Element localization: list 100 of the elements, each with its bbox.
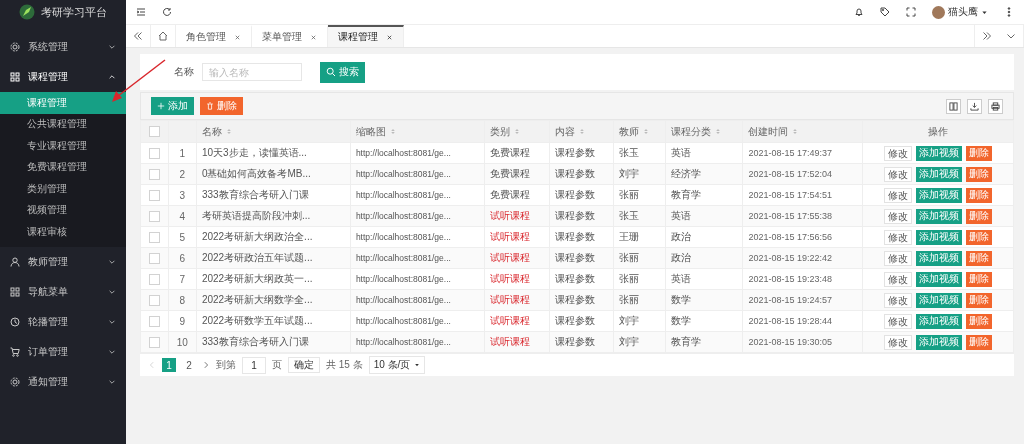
print-button[interactable] — [988, 98, 1003, 114]
columns-toggle-button[interactable] — [946, 98, 961, 114]
row-checkbox[interactable] — [148, 252, 160, 264]
user-name[interactable]: 猫头鹰 — [948, 5, 978, 19]
action-button[interactable]: 删除 — [966, 250, 993, 266]
sidebar-item[interactable]: 轮播管理 — [0, 306, 126, 337]
delete-button[interactable]: 删除 — [200, 97, 243, 115]
action-button[interactable]: 修改 — [884, 292, 913, 308]
row-checkbox[interactable] — [148, 168, 160, 180]
sidebar-subitem[interactable]: 免费课程管理 — [0, 156, 126, 178]
sort-icon[interactable] — [715, 128, 722, 135]
action-button[interactable]: 删除 — [966, 229, 993, 245]
row-checkbox[interactable] — [148, 231, 160, 243]
column-header[interactable]: 名称 — [201, 124, 232, 139]
action-button[interactable]: 修改 — [884, 229, 913, 245]
sidebar-subitem[interactable]: 课程审核 — [0, 221, 126, 243]
close-icon — [234, 33, 241, 41]
action-button[interactable]: 修改 — [884, 166, 913, 182]
action-button[interactable]: 删除 — [966, 292, 993, 308]
name-search-field[interactable]: 输入名称 — [202, 63, 302, 81]
row-checkbox[interactable] — [148, 273, 160, 285]
action-button[interactable]: 修改 — [884, 250, 913, 266]
search-button[interactable]: 搜索 — [320, 61, 365, 83]
action-button[interactable]: 添加视频 — [916, 250, 963, 266]
table-cell: 经济学 — [671, 168, 702, 179]
columns-icon — [949, 101, 958, 111]
action-button[interactable]: 删除 — [966, 187, 993, 203]
sort-icon[interactable] — [792, 128, 799, 135]
action-button[interactable]: 删除 — [966, 313, 993, 329]
sort-icon[interactable] — [225, 128, 232, 135]
double-chevron-right-icon — [982, 31, 992, 41]
action-button[interactable]: 删除 — [966, 271, 993, 287]
action-button[interactable]: 修改 — [884, 187, 913, 203]
table-cell: 课程参数 — [554, 168, 595, 179]
fullscreen-icon — [906, 7, 916, 17]
action-button[interactable]: 删除 — [966, 166, 993, 182]
export-button[interactable] — [967, 98, 982, 114]
table-cell: 英语 — [671, 147, 692, 158]
sidebar-item[interactable]: 导航菜单 — [0, 276, 126, 307]
action-button[interactable]: 修改 — [884, 334, 913, 350]
sort-icon[interactable] — [389, 128, 396, 135]
page-button[interactable]: 1 — [162, 358, 176, 372]
page-button[interactable]: 2 — [182, 358, 196, 372]
action-button[interactable]: 添加视频 — [916, 271, 963, 287]
action-button[interactable]: 添加视频 — [916, 292, 963, 308]
row-checkbox[interactable] — [148, 294, 160, 306]
sidebar-subitem[interactable]: 课程管理 — [0, 92, 126, 114]
table-cell: 张丽 — [619, 189, 640, 200]
row-checkbox[interactable] — [148, 189, 160, 201]
sidebar-item[interactable]: 课程管理 — [0, 62, 126, 92]
sidebar-item[interactable]: 通知管理 — [0, 366, 126, 397]
gear-icon — [10, 42, 20, 52]
row-checkbox[interactable] — [148, 315, 160, 327]
tab[interactable]: 课程管理 — [328, 25, 404, 47]
table-cell: http://localhost:8081/ge... — [355, 316, 451, 326]
row-checkbox[interactable] — [148, 210, 160, 222]
select-all-checkbox[interactable] — [148, 126, 160, 137]
action-button[interactable]: 删除 — [966, 334, 993, 350]
sort-icon[interactable] — [578, 128, 585, 135]
action-button[interactable]: 添加视频 — [916, 187, 963, 203]
table-cell: 张玉 — [619, 210, 640, 221]
row-number: 5 — [179, 231, 186, 243]
table-cell: 0基础如何高效备考MB... — [201, 168, 311, 179]
action-button[interactable]: 修改 — [884, 208, 913, 224]
sort-icon[interactable] — [643, 128, 650, 135]
table-cell: 2021-08-15 17:54:51 — [748, 190, 832, 200]
action-button[interactable]: 添加视频 — [916, 166, 963, 182]
column-header[interactable]: 操作 — [928, 124, 949, 139]
row-checkbox[interactable] — [148, 147, 160, 159]
action-button[interactable]: 添加视频 — [916, 313, 963, 329]
row-checkbox[interactable] — [148, 336, 160, 348]
action-button[interactable]: 修改 — [884, 145, 913, 161]
action-button[interactable]: 修改 — [884, 271, 913, 287]
avatar[interactable] — [932, 5, 945, 19]
table-cell: 张丽 — [619, 294, 640, 305]
action-button[interactable]: 添加视频 — [916, 229, 963, 245]
sidebar-item[interactable]: 订单管理 — [0, 336, 126, 367]
sidebar-item[interactable]: 系统管理 — [0, 32, 126, 62]
action-button[interactable]: 添加视频 — [916, 334, 963, 350]
table-cell: 333教育综合考研入门课 — [201, 189, 309, 200]
confirm-button[interactable]: 确定 — [288, 357, 320, 373]
add-button[interactable]: 添加 — [151, 97, 194, 115]
sidebar-subitem[interactable]: 公共课程管理 — [0, 113, 126, 135]
action-button[interactable]: 添加视频 — [916, 145, 963, 161]
sidebar-subitem[interactable]: 类别管理 — [0, 178, 126, 200]
tab[interactable]: 角色管理 — [176, 25, 252, 47]
action-button[interactable]: 删除 — [966, 208, 993, 224]
table-cell: 333教育综合考研入门课 — [201, 336, 309, 347]
column-header[interactable]: 缩略图 — [355, 124, 396, 139]
action-button[interactable]: 删除 — [966, 145, 993, 161]
sort-icon[interactable] — [514, 128, 521, 135]
sidebar-subitem[interactable]: 视频管理 — [0, 199, 126, 221]
sidebar-subitem[interactable]: 专业课程管理 — [0, 135, 126, 157]
tag-icon — [880, 7, 890, 17]
table-cell: 2021-08-15 17:56:56 — [748, 232, 832, 242]
page-input[interactable]: 1 — [242, 356, 266, 374]
action-button[interactable]: 添加视频 — [916, 208, 963, 224]
sidebar-item[interactable]: 教师管理 — [0, 246, 126, 277]
action-button[interactable]: 修改 — [884, 313, 913, 329]
page-size-select[interactable]: 10 条/页 — [368, 356, 426, 374]
